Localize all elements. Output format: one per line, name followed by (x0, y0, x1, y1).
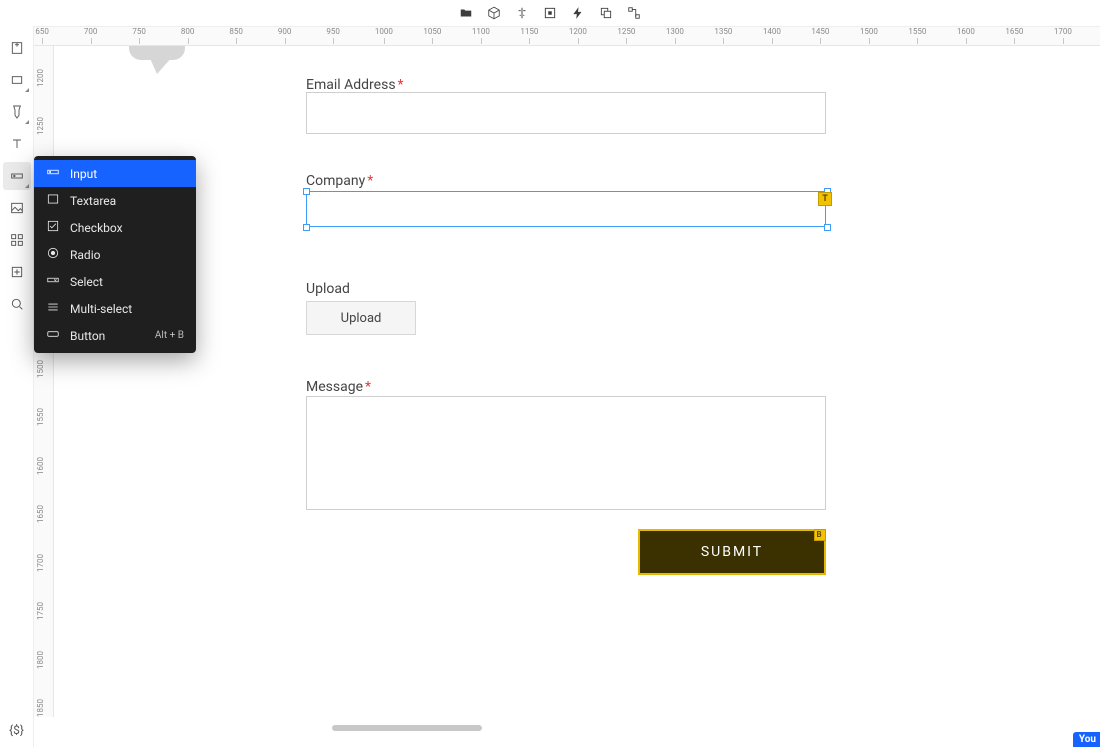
page-tool[interactable] (3, 34, 31, 62)
ruler-vertical: 1200125013001350140014501500155016001650… (34, 46, 54, 717)
ruler-tick: 1350 (714, 27, 732, 36)
flyout-item-label: Radio (70, 248, 100, 262)
textarea-icon (46, 192, 60, 209)
ruler-vtick: 1850 (36, 699, 45, 717)
ruler-vtick: 1250 (36, 117, 45, 135)
flyout-radio[interactable]: Radio (34, 241, 196, 268)
ruler-vtick: 1600 (36, 457, 45, 475)
button-icon (46, 327, 60, 344)
ruler-tick: 1000 (375, 27, 393, 36)
ruler-tick: 900 (278, 27, 292, 36)
horizontal-scrollbar-thumb[interactable] (332, 725, 482, 731)
ruler-tick: 1150 (520, 27, 538, 36)
form-tool[interactable] (3, 162, 31, 190)
bottom-bar (54, 719, 1100, 737)
upload-label: Upload (306, 281, 350, 297)
horizontal-scrollbar[interactable] (54, 725, 1100, 733)
ruler-vtick: 1700 (36, 554, 45, 572)
ruler-tick: 1100 (472, 27, 490, 36)
submit-button[interactable]: SUBMIT B (638, 529, 826, 575)
element-type-badge-input: T (818, 192, 832, 206)
ruler-tick: 750 (132, 27, 146, 36)
ruler-tick: 1550 (908, 27, 926, 36)
align-center-icon[interactable] (515, 6, 529, 20)
checkbox-icon (46, 219, 60, 236)
ruler-tick: 1050 (423, 27, 441, 36)
email-input[interactable] (306, 92, 826, 134)
ruler-vtick: 1800 (36, 651, 45, 669)
ruler-tick: 1250 (617, 27, 635, 36)
flyout-button[interactable]: Button Alt + B (34, 322, 196, 349)
flyout-shortcut: Alt + B (155, 330, 184, 341)
ruler-tick: 1400 (763, 27, 781, 36)
ruler-tick: 1500 (860, 27, 878, 36)
flyout-checkbox[interactable]: Checkbox (34, 214, 196, 241)
flyout-item-label: Input (70, 167, 97, 181)
ruler-tick: 1600 (957, 27, 975, 36)
form-tool-flyout: Input Textarea Checkbox Radio Select Multi-se… (34, 156, 196, 353)
flyout-multiselect[interactable]: Multi-select (34, 295, 196, 322)
flyout-item-label: Multi-select (70, 302, 132, 316)
text-tool[interactable] (3, 130, 31, 158)
email-label: Email Address* (306, 77, 404, 93)
ruler-vtick: 1750 (36, 602, 45, 620)
flyout-item-label: Button (70, 329, 105, 343)
ruler-tick: 650 (35, 27, 49, 36)
nodes-icon[interactable] (627, 6, 641, 20)
stage-icon[interactable] (543, 6, 557, 20)
flyout-item-label: Checkbox (70, 221, 123, 235)
presence-you-badge: You (1073, 732, 1100, 747)
ruler-horizontal: 650 700 750 800 850 900 950 1000 1050 1100 1150 120… (34, 26, 1100, 46)
selection-handle-se[interactable] (824, 224, 831, 231)
speech-bubble-shape (129, 46, 185, 60)
top-toolbar (0, 0, 1100, 26)
flyout-item-label: Select (70, 275, 103, 289)
flyout-item-label: Textarea (70, 194, 116, 208)
flyout-select[interactable]: Select (34, 268, 196, 295)
ruler-tick: 1650 (1005, 27, 1023, 36)
ruler-tick: 1450 (811, 27, 829, 36)
selection-handle-sw[interactable] (303, 224, 310, 231)
multiselect-icon (46, 300, 60, 317)
ruler-vtick: 1200 (36, 69, 45, 87)
message-label: Message* (306, 379, 371, 395)
bolt-icon[interactable] (571, 6, 585, 20)
embed-tool[interactable] (3, 258, 31, 286)
rectangle-tool[interactable] (3, 66, 31, 94)
upload-button[interactable]: Upload (306, 301, 416, 335)
select-icon (46, 273, 60, 290)
ruler-tick: 850 (229, 27, 243, 36)
flyout-input[interactable]: Input (34, 160, 196, 187)
ruler-tick: 1300 (666, 27, 684, 36)
company-label: Company* (306, 173, 373, 189)
flyout-textarea[interactable]: Textarea (34, 187, 196, 214)
design-canvas[interactable]: Email Address* Company* T Upload Upload … (54, 46, 1100, 717)
ruler-vtick: 1500 (36, 360, 45, 378)
ruler-vtick: 1550 (36, 408, 45, 426)
ruler-tick: 1200 (569, 27, 587, 36)
image-tool[interactable] (3, 194, 31, 222)
code-badge[interactable]: {$} (9, 723, 24, 747)
selection-handle-nw[interactable] (303, 188, 310, 195)
layers-icon[interactable] (599, 6, 613, 20)
tool-rail: {$} (0, 26, 34, 747)
element-type-badge-button: B (814, 529, 826, 541)
ruler-tick: 800 (181, 27, 195, 36)
input-icon (46, 165, 60, 182)
cube-icon[interactable] (487, 6, 501, 20)
pen-tool[interactable] (3, 98, 31, 126)
folder-icon[interactable] (459, 6, 473, 20)
company-input[interactable] (306, 191, 826, 227)
search-tool[interactable] (3, 290, 31, 318)
ruler-tick: 1700 (1054, 27, 1072, 36)
ruler-vtick: 1650 (36, 505, 45, 523)
message-textarea[interactable] (306, 396, 826, 510)
radio-icon (46, 246, 60, 263)
ruler-tick: 950 (326, 27, 340, 36)
ruler-tick: 700 (84, 27, 98, 36)
components-tool[interactable] (3, 226, 31, 254)
